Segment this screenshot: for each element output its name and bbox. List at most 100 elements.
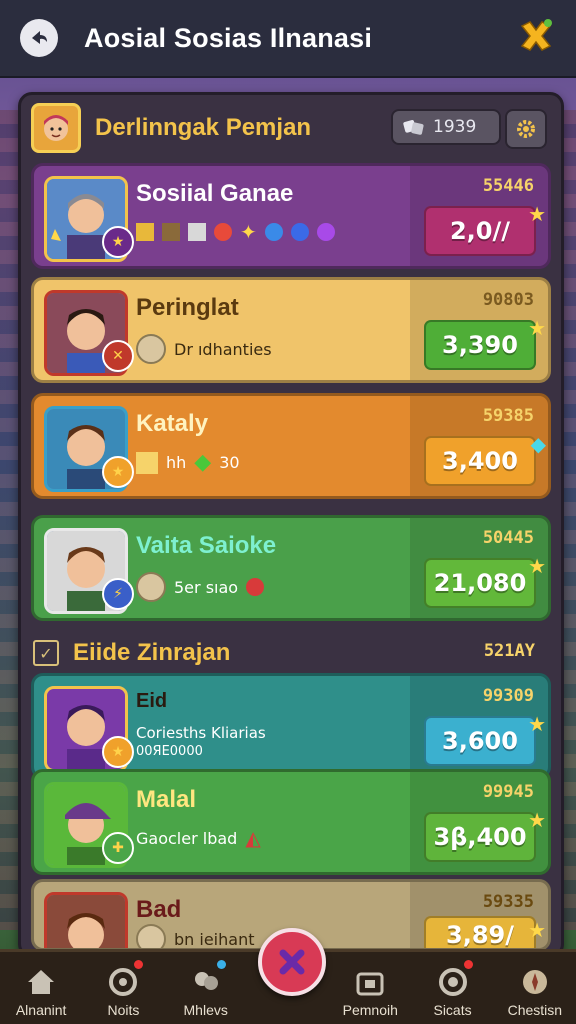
close-button[interactable] <box>518 18 554 54</box>
nav-item-sicats[interactable]: Sicats <box>413 952 493 1024</box>
panel-header: Derlinngak Pemjan 1939 <box>31 101 551 155</box>
coin-icon <box>136 334 166 364</box>
star-icon: ★ <box>528 808 546 832</box>
card-items: hh ◆ 30 <box>136 450 240 475</box>
player-face-icon <box>44 115 68 141</box>
notification-dot <box>463 960 473 969</box>
star-icon: ★ <box>528 712 546 736</box>
score-value[interactable]: 3,400 <box>424 436 536 486</box>
leaderboard-card[interactable]: ★ Kataly hh ◆ 30 59385 3,400 ◆ <box>31 393 551 499</box>
panel-title: Derlinngak Pemjan <box>95 114 312 141</box>
card-name: Malal <box>136 786 197 813</box>
section-title: Eiide Zinrajan <box>73 639 231 666</box>
cross-icon <box>279 949 305 975</box>
nav-item-mhlevs[interactable]: Mhlevs <box>166 952 246 1024</box>
score-value[interactable]: 2,0// <box>424 206 536 256</box>
rank-badge: ★ <box>102 226 134 258</box>
star-icon: ★ <box>528 202 546 226</box>
card-items: bn ieihant <box>136 924 255 949</box>
nav-item-noits[interactable]: Noits <box>83 952 163 1024</box>
purple-orb-icon <box>316 223 335 241</box>
star-icon: ★ <box>528 316 546 340</box>
card-code: 59385 <box>482 406 534 426</box>
score-value[interactable]: 3,89/ <box>424 916 536 948</box>
card-subtitle: bn ieihant <box>174 929 255 949</box>
leaderboard-card[interactable]: ✚ Malal Gaocler lbad ◭ 99945 3β,400 ★ <box>31 769 551 875</box>
green-gem-icon: ◆ <box>194 450 212 475</box>
player-avatar[interactable] <box>31 103 81 153</box>
center-action-button[interactable] <box>257 928 326 996</box>
nav-item-center[interactable] <box>248 928 328 1024</box>
card-items: Dr ıdhanties <box>136 334 272 364</box>
card-code: 50445 <box>482 528 534 548</box>
leaderboard-panel: Derlinngak Pemjan 1939 ★ Sosiial Ganae ✦… <box>18 92 564 958</box>
close-x-icon <box>520 19 552 51</box>
notification-dot <box>216 960 226 969</box>
card-code: 59335 <box>482 892 534 912</box>
people-icon <box>190 966 222 998</box>
card-code: 99945 <box>482 782 534 802</box>
card-items: ✦ <box>136 220 335 244</box>
card-subtitle-2: 30 <box>219 453 240 472</box>
score-value[interactable]: 21,080 <box>424 558 536 608</box>
card-name: Bad <box>136 896 182 923</box>
rank-badge: ✕ <box>102 340 134 372</box>
nav-item-pemnoih[interactable]: Pemnoih <box>330 952 410 1024</box>
card-name: Sosiial Ganae <box>136 180 294 207</box>
chest-icon <box>354 966 386 998</box>
gear-icon <box>517 120 535 138</box>
player-portrait <box>44 892 128 948</box>
score-value[interactable]: 3,390 <box>424 320 536 370</box>
score-value[interactable]: 3,600 <box>424 716 536 766</box>
nav-item-home[interactable]: Alnanint <box>1 952 81 1024</box>
stone-block-icon <box>188 223 206 241</box>
leaderboard-card[interactable]: ⚡ Vaita Saioke 5er sıao 50445 21,080 ★ <box>31 515 551 621</box>
rank-badge: ★ <box>102 456 134 488</box>
wood-block-icon <box>162 223 180 241</box>
card-code: 90803 <box>482 290 534 310</box>
rank-badge: ★ <box>102 736 134 768</box>
score-value[interactable]: 3β,400 <box>424 812 536 862</box>
blue-orb-icon <box>290 223 309 241</box>
coin-icon <box>136 924 166 948</box>
dice-icon <box>403 120 424 135</box>
red-orb-icon <box>246 578 265 596</box>
nav-label: Chestisn <box>507 1002 563 1018</box>
leaderboard-card[interactable]: ✕ Peringlat Dr ıdhanties 90803 3,390 ★ <box>31 277 551 383</box>
star-icon: ✦ <box>240 220 257 244</box>
rank-badge: ⚡ <box>102 578 134 610</box>
nav-item-chestisn[interactable]: Chestisn <box>495 952 575 1024</box>
bottom-navigation: Alnanint Noits Mhlevs Pemnoih Sicats Che… <box>0 928 576 1024</box>
card-items: 5er sıao <box>136 572 265 602</box>
star-icon: ★ <box>528 554 546 578</box>
settings-button[interactable] <box>505 109 547 149</box>
gold-box-icon <box>136 451 158 474</box>
card-subtitle: hh <box>166 453 187 472</box>
star-icon: ★ <box>528 918 546 942</box>
nav-label: Mhlevs <box>183 1002 228 1018</box>
stat-pill[interactable]: 1939 <box>391 109 501 145</box>
leaderboard-card[interactable]: ★ Eid Coriesths Kliarias 00ЯЕ0000 99309 … <box>31 673 551 779</box>
compass-icon <box>519 966 551 998</box>
home-icon <box>25 966 57 998</box>
card-name: Kataly <box>136 410 209 437</box>
app-title: Aosial Sosias Ilnanasi <box>84 22 373 53</box>
nav-label: Pemnoih <box>342 1002 398 1018</box>
card-subtitle: 5er sıao <box>174 577 239 597</box>
card-name: Vaita Saioke <box>136 532 277 559</box>
card-items: Gaocler lbad ◭ <box>136 826 261 850</box>
card-name: Peringlat <box>136 294 239 321</box>
card-subtitle-2: 00ЯЕ0000 <box>136 744 203 759</box>
card-code: 99309 <box>482 686 534 706</box>
card-name: Eid <box>136 690 168 712</box>
leaderboard-card[interactable]: ★ Sosiial Ganae ✦ 55446 2,0// ★ <box>31 163 551 269</box>
card-items: Coriesths Kliarias 00ЯЕ0000 <box>136 724 266 759</box>
nav-label: Sicats <box>433 1002 472 1018</box>
rank-badge: ✚ <box>102 832 134 864</box>
back-button[interactable] <box>20 19 58 57</box>
coin-icon <box>136 572 166 602</box>
checkbox-icon[interactable]: ✓ <box>33 640 59 666</box>
diamond-icon: ◆ <box>530 432 546 456</box>
red-triangle-icon: ◭ <box>245 826 261 850</box>
top-bar: Aosial Sosias Ilnanasi <box>0 0 576 78</box>
